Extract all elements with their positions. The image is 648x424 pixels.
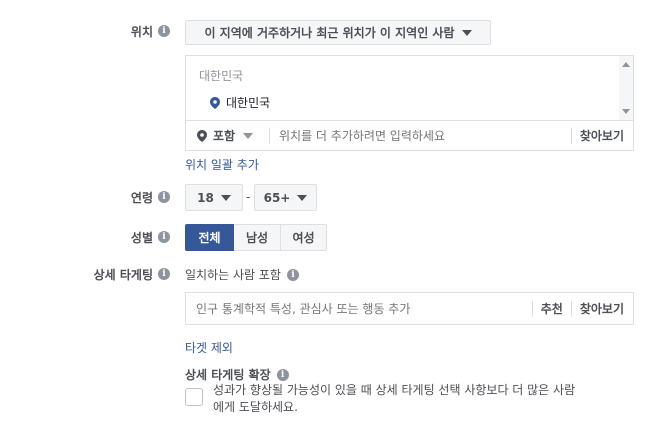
detailed-targeting-input-box: 추천 찾아보기 xyxy=(185,292,634,325)
caret-down-icon xyxy=(461,29,472,36)
location-pin-icon xyxy=(197,129,207,142)
include-match-label: 일치하는 사람 포함 i xyxy=(185,266,299,283)
info-icon[interactable]: i xyxy=(158,268,170,280)
age-dash: - xyxy=(246,190,251,204)
gender-segmented-control: 전체 남성 여성 xyxy=(185,224,327,251)
info-icon[interactable]: i xyxy=(158,25,170,37)
info-icon[interactable]: i xyxy=(158,231,170,243)
age-min-dropdown[interactable]: 18 xyxy=(185,184,243,211)
location-browse-button[interactable]: 찾아보기 xyxy=(572,127,633,144)
gender-all-button[interactable]: 전체 xyxy=(185,224,234,251)
suggestions-button[interactable]: 추천 xyxy=(533,300,571,317)
age-max-dropdown[interactable]: 65+ xyxy=(254,184,317,211)
location-label: 위치 i xyxy=(131,22,170,40)
info-icon[interactable]: i xyxy=(276,368,289,381)
location-filter-dropdown[interactable]: 이 지역에 거주하거나 최근 위치가 이 지역인 사람 xyxy=(185,20,491,45)
detailed-browse-button[interactable]: 찾아보기 xyxy=(572,300,633,317)
scroll-down-icon[interactable] xyxy=(622,109,630,114)
bulk-add-locations-link[interactable]: 위치 일괄 추가 xyxy=(185,156,259,173)
location-search-input[interactable] xyxy=(270,122,571,149)
caret-down-icon xyxy=(297,194,308,201)
expansion-description: 성과가 향상될 가능성이 있을 때 상세 타게팅 선택 사항보다 더 많은 사람… xyxy=(213,383,576,414)
gender-male-button[interactable]: 남성 xyxy=(234,224,281,251)
info-icon[interactable]: i xyxy=(158,191,170,203)
age-label: 연령 i xyxy=(131,188,170,206)
location-pin-icon xyxy=(210,96,220,109)
detailed-targeting-label: 상세 타게팅 i xyxy=(94,265,170,283)
expansion-title: 상세 타게팅 확장 i xyxy=(185,366,289,383)
caret-down-icon xyxy=(220,194,231,201)
detailed-targeting-input[interactable] xyxy=(186,294,532,323)
gender-label: 성별 i xyxy=(131,228,170,246)
scrollbar[interactable] xyxy=(619,56,633,120)
include-dropdown[interactable]: 포함 xyxy=(186,127,269,144)
expansion-checkbox[interactable] xyxy=(185,388,203,406)
location-selected-item[interactable]: 대한민국 xyxy=(210,94,270,111)
exclude-targeting-link[interactable]: 타겟 제외 xyxy=(185,339,233,356)
caret-down-icon xyxy=(243,132,254,139)
location-input-row: 포함 찾아보기 xyxy=(186,120,633,150)
scroll-up-icon[interactable] xyxy=(622,62,630,67)
gender-female-button[interactable]: 여성 xyxy=(281,224,327,251)
info-icon[interactable]: i xyxy=(286,268,299,281)
location-list: 대한민국 대한민국 xyxy=(186,56,633,120)
location-box: 대한민국 대한민국 포함 찾아보기 xyxy=(185,55,634,151)
location-group-header: 대한민국 xyxy=(199,69,244,83)
